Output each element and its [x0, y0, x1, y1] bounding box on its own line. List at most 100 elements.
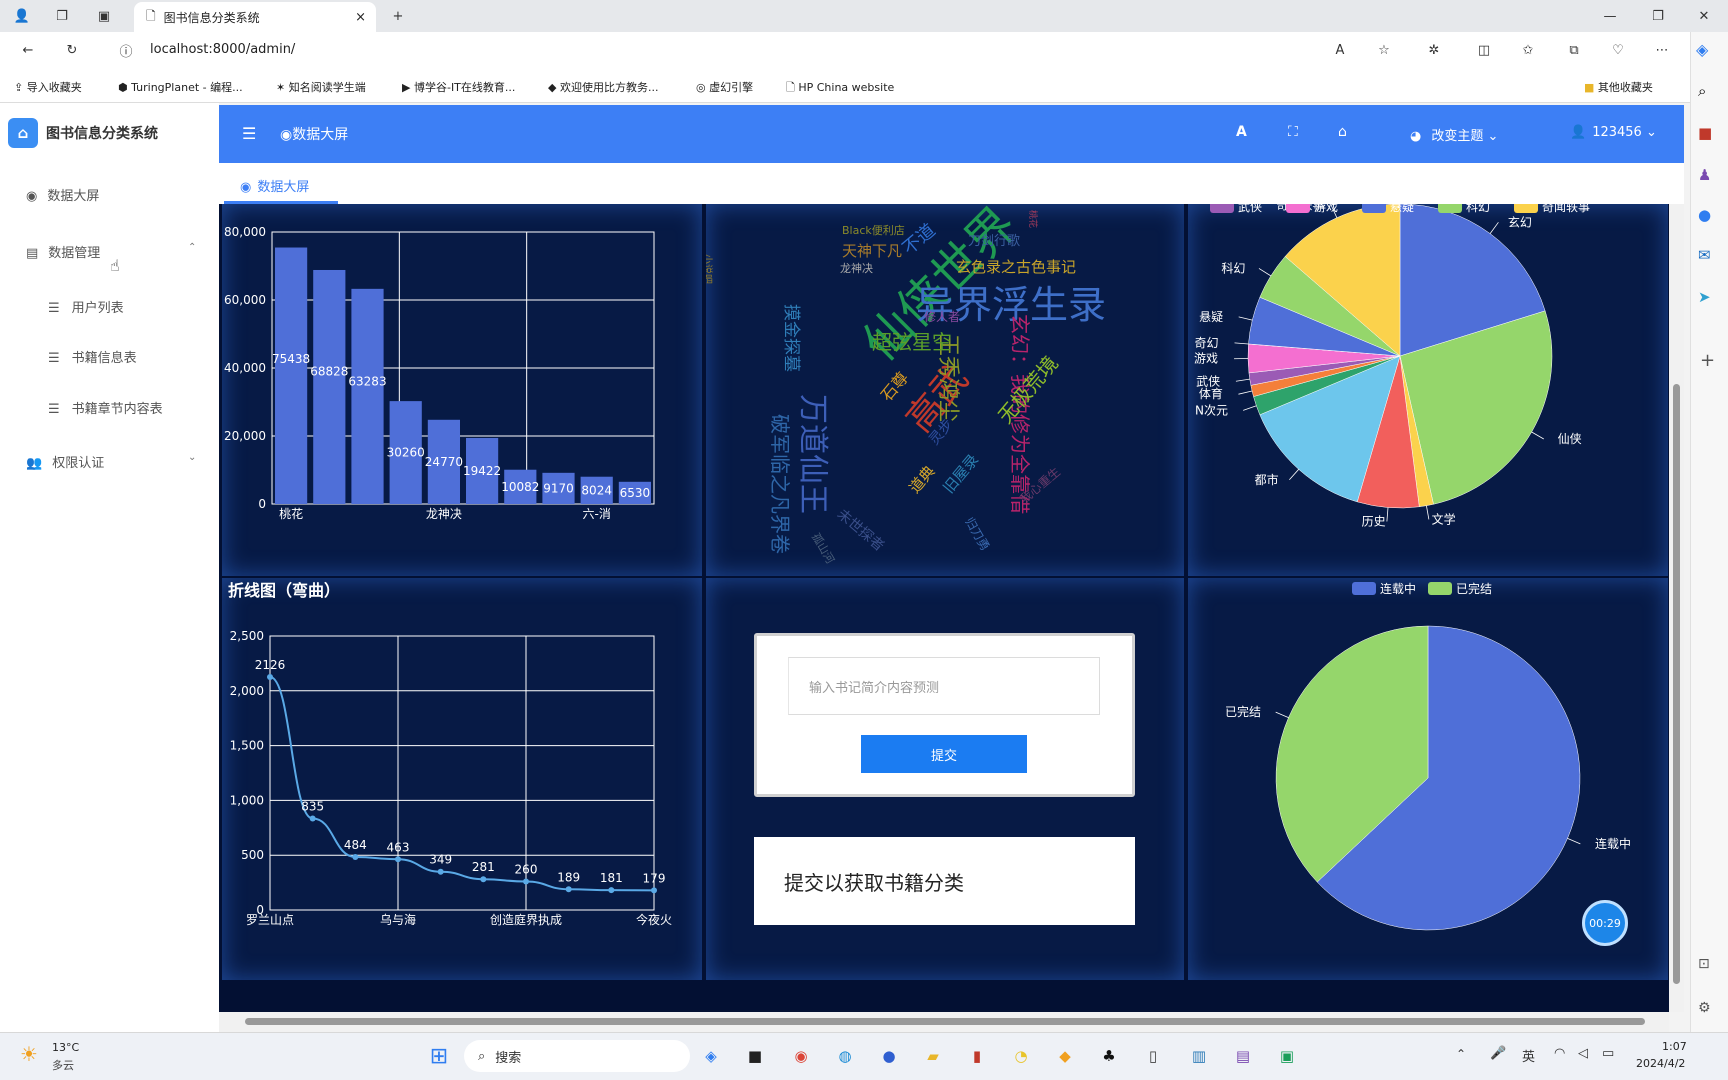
bookmark-reading[interactable]: ✶ 知名阅读学生端: [276, 79, 366, 95]
chevron-down-icon[interactable]: ⌄: [188, 452, 196, 463]
line-chart-panel: 折线图（弯曲） 0 500 1,000 1,500 2,000 2,500 2126 罗兰山点 8…: [222, 578, 702, 980]
horizontal-scrollbar[interactable]: [219, 1012, 1669, 1032]
add-sidebar-icon[interactable]: +: [1700, 350, 1715, 371]
bookmark-turingplanet[interactable]: ⬢ TuringPlanet - 编程...: [118, 79, 243, 95]
intro-input[interactable]: 输入书记简介内容预测: [788, 657, 1100, 715]
wifi-icon[interactable]: ◠: [1554, 1046, 1565, 1061]
theme-dropdown[interactable]: ◕ 改变主题 ⌄: [1410, 125, 1498, 144]
label-leader: [1289, 469, 1299, 481]
tray-chevron-icon[interactable]: ⌃: [1456, 1047, 1466, 1061]
start-icon[interactable]: ⊞: [424, 1041, 454, 1071]
app-purple-icon[interactable]: ▤: [1228, 1041, 1258, 1071]
sidebar-item-user-list[interactable]: ☰ 用户列表: [48, 297, 124, 316]
screenshot-icon[interactable]: ⊡: [1698, 956, 1710, 972]
taskbar-search[interactable]: ⌕ 搜索: [464, 1040, 690, 1072]
window-close-icon[interactable]: ✕: [1690, 4, 1718, 28]
label-leader: [1238, 316, 1253, 321]
toolbox-icon[interactable]: ■: [1698, 124, 1712, 142]
sidebar-item-data-management[interactable]: ▤ 数据管理: [26, 242, 100, 261]
sidebar-item-chapter-content[interactable]: ☰ 书籍章节内容表: [48, 398, 163, 417]
vertical-scrollbar[interactable]: [1669, 204, 1684, 1012]
eye-icon: ◉: [240, 180, 252, 195]
x-tick-label: 六-消: [583, 507, 611, 521]
menu-toggle-icon[interactable]: ☰: [242, 124, 256, 143]
app-yellow-icon[interactable]: ◔: [1006, 1041, 1036, 1071]
sidebar-item-dashboard[interactable]: ◉ 数据大屏: [26, 185, 99, 204]
sidebar-item-auth[interactable]: 👥 权限认证: [26, 452, 104, 471]
bookmark-unreal[interactable]: ◎ 虚幻引擎: [696, 79, 753, 95]
bookmark-boxuegu[interactable]: ▶ 博学谷-IT在线教育...: [402, 79, 515, 95]
fullscreen-icon[interactable]: ⛶: [1288, 124, 1298, 140]
legend-swatch: [1352, 582, 1376, 595]
task-view-icon[interactable]: ■: [740, 1041, 770, 1071]
user-dropdown[interactable]: 👤 123456 ⌄: [1570, 125, 1657, 140]
bookmark-import[interactable]: ⇪ 导入收藏夹: [14, 79, 82, 95]
file-explorer-icon[interactable]: ▰: [918, 1041, 948, 1071]
hscroll-thumb[interactable]: [245, 1018, 1645, 1025]
games-icon[interactable]: ♟: [1698, 166, 1711, 184]
tab-actions-icon[interactable]: ▣: [90, 4, 118, 28]
wordcloud-word: 桃花: [1027, 210, 1037, 229]
chevron-up-icon[interactable]: ⌃: [188, 242, 196, 253]
split-screen-icon[interactable]: ◫: [1470, 38, 1498, 62]
weather-icon[interactable]: ☀: [20, 1042, 38, 1066]
volume-icon[interactable]: ◁: [1578, 1046, 1588, 1061]
mic-icon[interactable]: 🎤: [1490, 1046, 1506, 1061]
app-bottle-icon[interactable]: ▯: [1138, 1041, 1168, 1071]
app-icon[interactable]: ●: [874, 1041, 904, 1071]
collections-icon[interactable]: ⧉: [1560, 38, 1588, 62]
app-orange-icon[interactable]: ◆: [1050, 1041, 1080, 1071]
data-label: 181: [600, 871, 623, 885]
label-leader: [1386, 507, 1389, 522]
more-icon[interactable]: ⋯: [1648, 38, 1676, 62]
settings-gear-icon[interactable]: ⚙: [1698, 1000, 1711, 1016]
copilot-icon[interactable]: ◈: [1696, 40, 1708, 59]
favorites-icon[interactable]: ✩: [1514, 38, 1542, 62]
refresh-icon[interactable]: ↻: [58, 38, 86, 62]
m365-icon[interactable]: ●: [1698, 206, 1711, 224]
bookmark-hp[interactable]: 🗋 HP China website: [786, 79, 894, 98]
bookmark-other[interactable]: ■ 其他收藏夹: [1584, 79, 1653, 95]
bar-value-label: 75438: [272, 352, 310, 366]
drop-icon[interactable]: ➤: [1698, 288, 1711, 306]
performance-icon[interactable]: ♡: [1604, 38, 1632, 62]
tab-dashboard[interactable]: ◉ 数据大屏: [240, 176, 309, 195]
font-size-icon[interactable]: A: [1236, 124, 1247, 140]
ime-indicator[interactable]: 英: [1522, 1046, 1535, 1065]
app-red-icon[interactable]: ▮: [962, 1041, 992, 1071]
submit-button[interactable]: 提交: [861, 735, 1027, 773]
list-icon: ☰: [48, 402, 60, 417]
new-tab-button[interactable]: +: [384, 4, 412, 28]
bookmark-jiaowu[interactable]: ◆ 欢迎使用比方教务...: [548, 79, 658, 95]
search-icon[interactable]: ⌕: [1698, 82, 1706, 100]
minimize-icon[interactable]: —: [1596, 4, 1624, 28]
app-chart-icon[interactable]: ▥: [1184, 1041, 1214, 1071]
extensions-icon[interactable]: ✲: [1420, 38, 1448, 62]
chrome-icon[interactable]: ◉: [786, 1041, 816, 1071]
battery-icon[interactable]: ▭: [1602, 1046, 1614, 1061]
profile-icon[interactable]: 👤: [8, 4, 36, 28]
qq-icon[interactable]: ♣: [1094, 1041, 1124, 1071]
y-tick-label: 1,500: [230, 739, 264, 753]
back-icon[interactable]: ←: [14, 38, 42, 62]
copilot-taskbar-icon[interactable]: ◈: [696, 1041, 726, 1071]
bar: [351, 288, 384, 504]
site-info-icon[interactable]: ⓘ: [112, 38, 140, 62]
outlook-icon[interactable]: ✉: [1698, 246, 1711, 264]
browser-tab[interactable]: 🗋 图书信息分类系统 ×: [134, 2, 376, 32]
sidebar-item-book-info[interactable]: ☰ 书籍信息表: [48, 347, 137, 366]
slice-label: 仙侠: [1558, 432, 1582, 446]
url-field[interactable]: localhost:8000/admin/: [150, 42, 295, 57]
read-aloud-icon[interactable]: A: [1326, 38, 1354, 62]
predict-result: 提交以获取书籍分类: [754, 837, 1135, 925]
pycharm-icon[interactable]: ▣: [1272, 1041, 1302, 1071]
data-label: 281: [472, 860, 495, 874]
data-point: [480, 876, 487, 883]
edge-icon[interactable]: ◍: [830, 1041, 860, 1071]
home-icon[interactable]: ⌂: [1338, 124, 1347, 140]
favorite-star-icon[interactable]: ☆: [1370, 38, 1398, 62]
vscroll-thumb[interactable]: [1673, 384, 1680, 984]
workspaces-icon[interactable]: ❐: [48, 4, 76, 28]
tab-close-icon[interactable]: ×: [355, 10, 366, 25]
restore-icon[interactable]: ❐: [1644, 4, 1672, 28]
